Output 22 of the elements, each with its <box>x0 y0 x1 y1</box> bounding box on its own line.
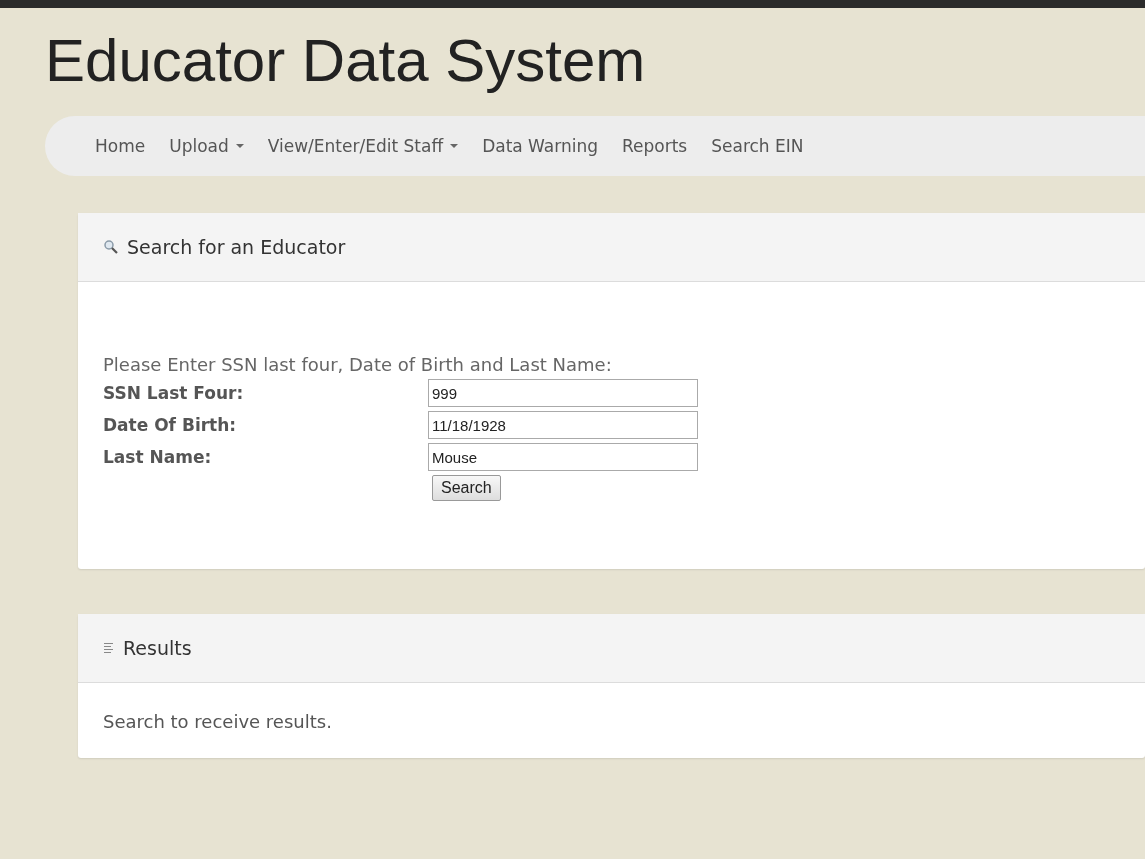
field-label: Last Name: <box>103 447 213 467</box>
panel-title: Results <box>123 637 192 659</box>
input-field[interactable]: Mouse <box>428 443 698 471</box>
nav-link[interactable]: Reports <box>610 136 700 156</box>
nav-link[interactable]: Data Warning <box>470 136 610 156</box>
nav-dropdown[interactable]: Upload <box>157 136 256 156</box>
list-icon <box>103 642 115 654</box>
results-message: Search to receive results. <box>103 711 333 732</box>
nav-link[interactable]: Search EIN <box>699 136 816 156</box>
instruction-text: Please Enter SSN last four, Date of Birth and Last Name: <box>103 354 613 375</box>
caret-icon <box>450 144 459 148</box>
input-field[interactable]: 999 <box>428 379 698 407</box>
field-label: SSN Last Four: <box>103 383 245 403</box>
site-title: Educator Data System <box>45 26 646 96</box>
nav-dropdown[interactable]: View/Enter/Edit Staff <box>255 136 471 156</box>
field-label: Date Of Birth: <box>103 415 238 435</box>
search-button[interactable]: Search <box>432 475 501 501</box>
input-field[interactable]: 11/18/1928 <box>428 411 698 439</box>
nav-link[interactable]: Home <box>83 136 158 156</box>
panel-title: Search for an Educator <box>127 236 346 258</box>
caret-icon <box>235 144 244 148</box>
magnifier-icon <box>103 239 119 255</box>
